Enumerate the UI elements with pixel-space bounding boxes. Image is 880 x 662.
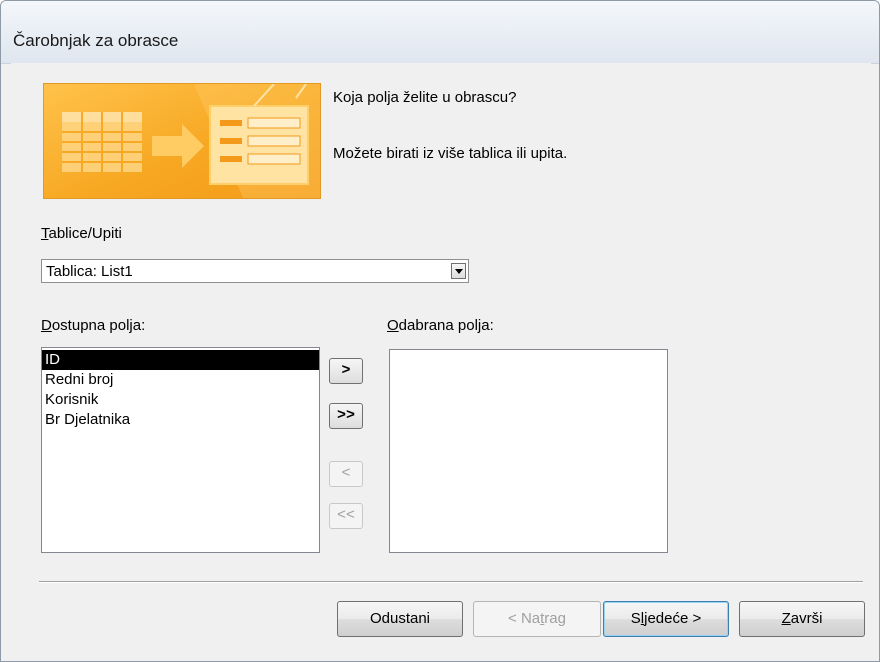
tables-queries-combo[interactable]: Tablica: List1 [41, 259, 469, 283]
add-field-button[interactable]: > [329, 358, 363, 384]
remove-field-button[interactable]: < [329, 461, 363, 487]
window-title: Čarobnjak za obrasce [13, 31, 179, 50]
tables-queries-label-accel: T [41, 225, 49, 242]
title-bar: Čarobnjak za obrasce [1, 1, 879, 64]
selected-fields-label-rest: dabrana polja: [398, 317, 494, 334]
available-fields-label-rest: ostupna polja: [51, 317, 146, 334]
available-fields-label-accel: D [41, 317, 52, 334]
list-item-id[interactable]: ID [42, 350, 319, 370]
finish-label-accel: Z [781, 610, 791, 627]
wizard-question: Koja polja želite u obrascu? [333, 89, 517, 106]
next-button[interactable]: Sljedeće > [603, 601, 729, 637]
remove-all-fields-button[interactable]: << [329, 503, 363, 529]
selected-fields-label-accel: O [387, 317, 399, 334]
tables-queries-label-rest: ablice/Upiti [48, 225, 122, 242]
back-label-post: rag [544, 610, 566, 627]
selected-fields-label: Odabrana polja: [387, 317, 494, 334]
next-label-post: jedeće > [644, 610, 702, 627]
footer-divider [39, 581, 863, 583]
finish-button[interactable]: Završi [739, 601, 865, 637]
wizard-body: Koja polja želite u obrascu? Možete bira… [11, 63, 871, 661]
cancel-button[interactable]: Odustani [337, 601, 463, 637]
back-label-pre: < Na [508, 610, 541, 627]
wizard-banner-image [43, 83, 321, 199]
list-item-br-djelatnika[interactable]: Br Djelatnika [42, 410, 319, 430]
available-fields-list[interactable]: ID Redni broj Korisnik Br Djelatnika [41, 347, 320, 553]
add-all-fields-button[interactable]: >> [329, 403, 363, 429]
list-item-korisnik[interactable]: Korisnik [42, 390, 319, 410]
back-button[interactable]: < Natrag [473, 601, 601, 637]
available-fields-label: Dostupna polja: [41, 317, 145, 334]
wizard-window: Čarobnjak za obrasce Koja polja želite u… [0, 0, 880, 662]
next-label-pre: S [630, 610, 641, 627]
table-to-form-icon [44, 84, 320, 198]
dropdown-arrow-icon[interactable] [451, 263, 466, 279]
finish-label-post: avrši [790, 610, 823, 627]
tables-queries-value: Tablica: List1 [46, 263, 133, 280]
wizard-hint: Možete birati iz više tablica ili upita. [333, 145, 568, 162]
tables-queries-label: Tablice/Upiti [41, 225, 122, 242]
list-item-redni-broj[interactable]: Redni broj [42, 370, 319, 390]
selected-fields-list[interactable] [389, 349, 668, 553]
